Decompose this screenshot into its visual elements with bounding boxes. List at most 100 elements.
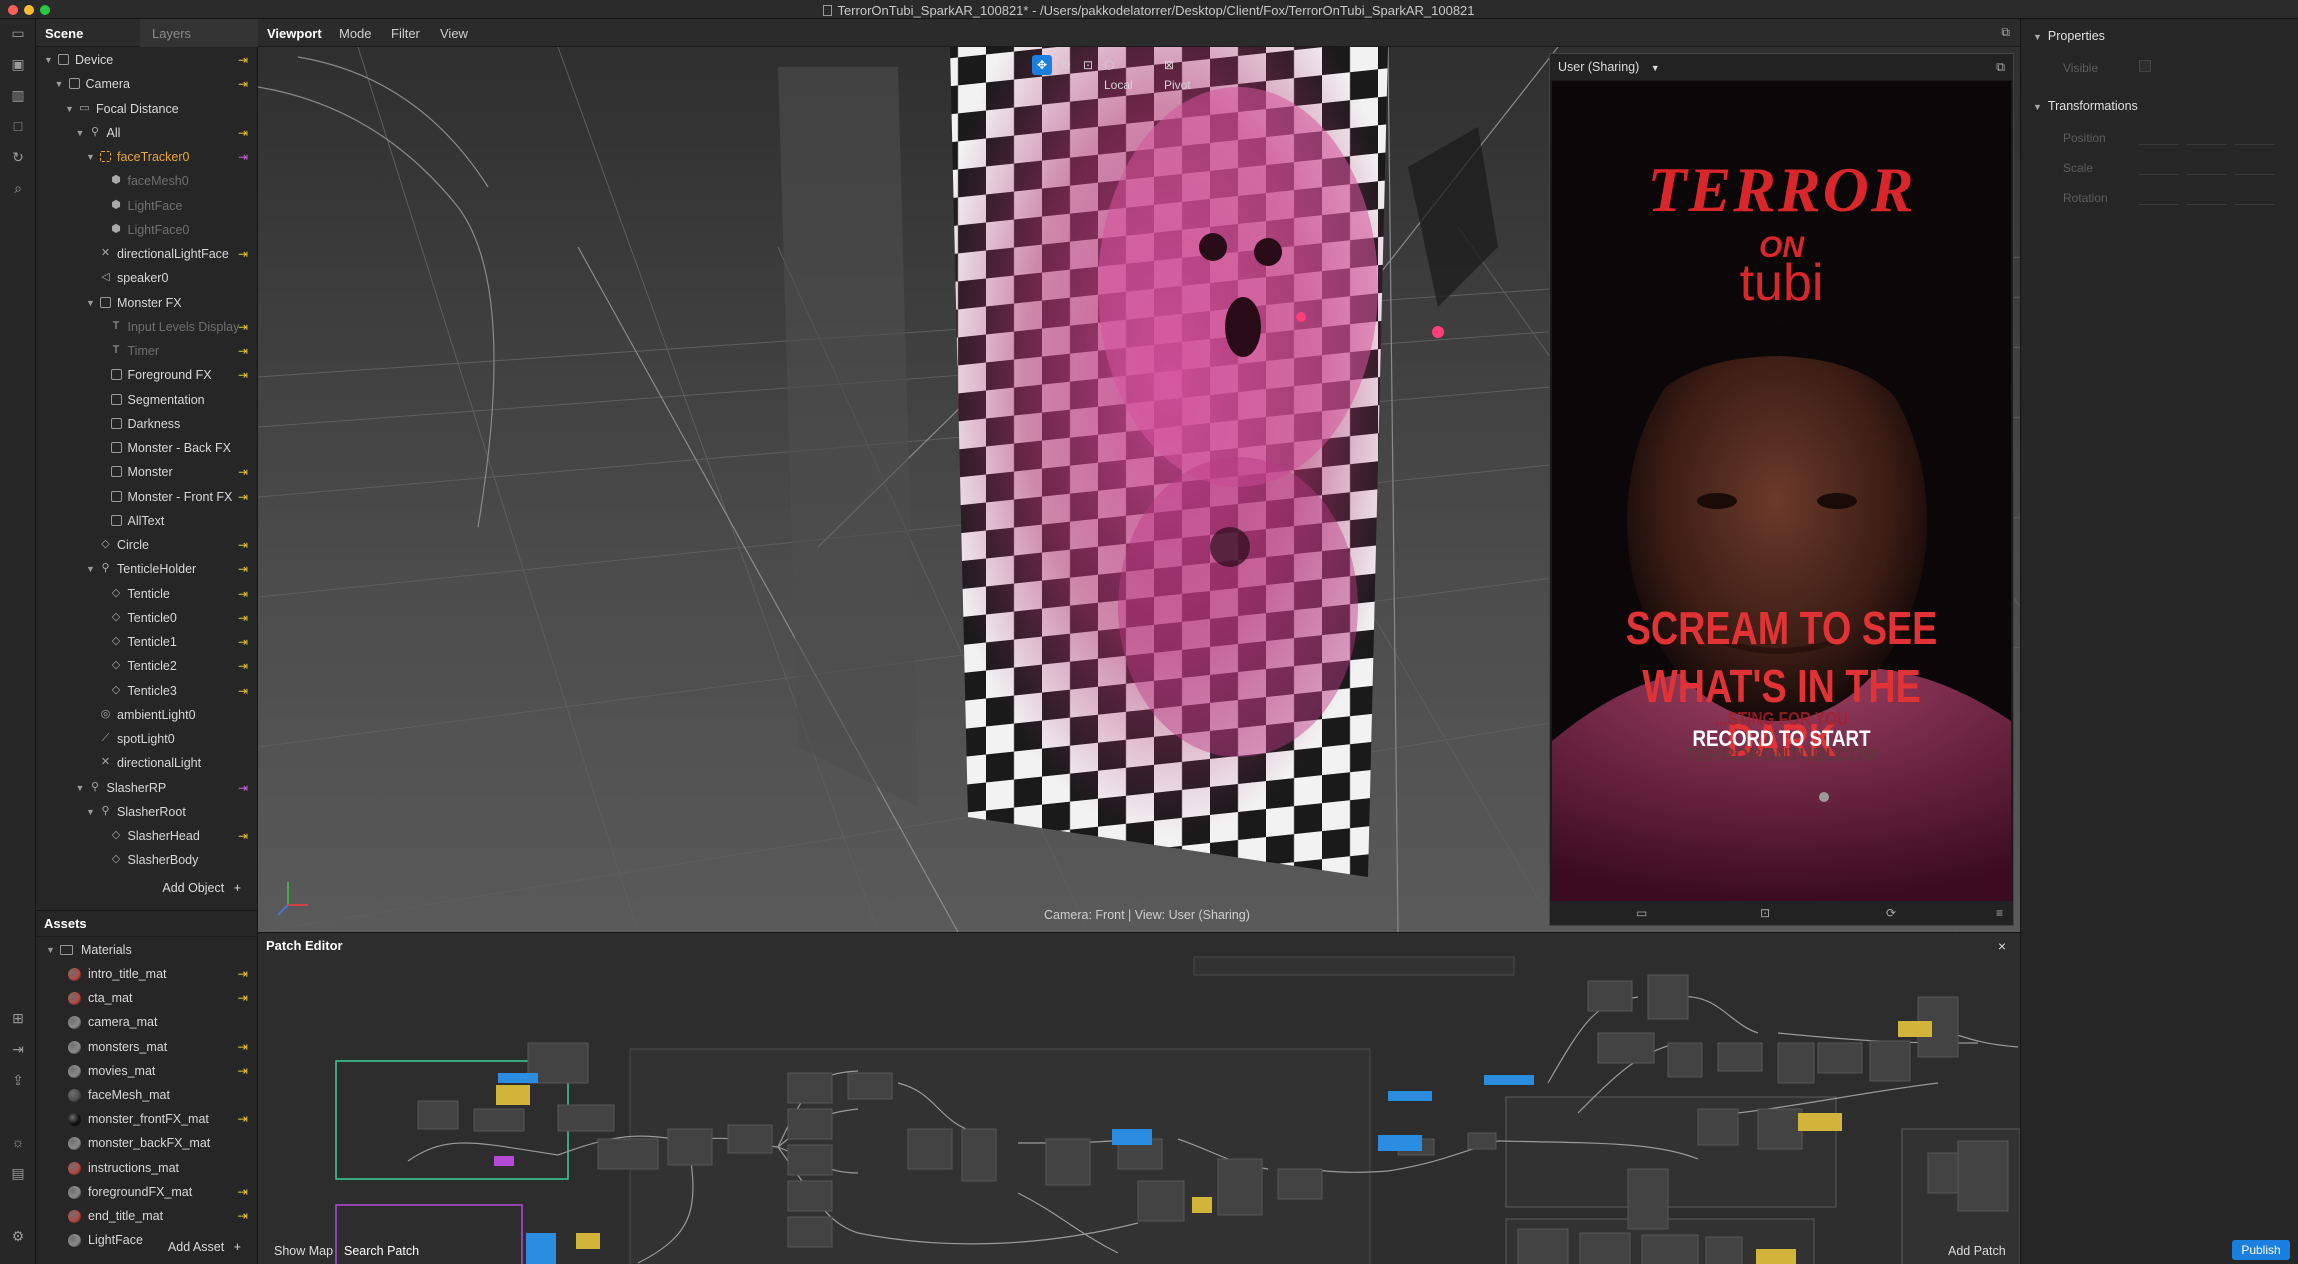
import-icon[interactable]: ⊞: [9, 1009, 27, 1027]
patch-link-icon[interactable]: ⇥: [238, 121, 248, 145]
rotate-tool-icon[interactable]: ↻: [1056, 55, 1076, 75]
asset-item[interactable]: monster_frontFX_mat ⇥: [36, 1107, 258, 1131]
chevron-down-icon[interactable]: ▼: [86, 291, 96, 315]
scene-tree-item[interactable]: ▼ faceTracker0 ⇥: [36, 145, 258, 169]
scene-tree-item[interactable]: ⬢ LightFace: [36, 194, 258, 218]
filter-menu[interactable]: Filter: [391, 26, 420, 41]
scene-tree-item[interactable]: T Input Levels Display ⇥: [36, 315, 258, 339]
patch-link-icon[interactable]: ⇥: [238, 824, 248, 848]
local-toggle[interactable]: ⬡ Local: [1104, 55, 1133, 92]
search-patch-input[interactable]: Search Patch: [344, 1244, 419, 1258]
patch-link-icon[interactable]: ⇥: [238, 460, 248, 484]
patch-link-icon[interactable]: ⇥: [238, 557, 248, 581]
asset-item[interactable]: instructions_mat: [36, 1156, 258, 1180]
scene-tree-item[interactable]: ◇ Tenticle ⇥: [36, 582, 258, 606]
chevron-down-icon[interactable]: ▼: [76, 121, 86, 145]
scene-tree-item[interactable]: ▼ ⚲ TenticleHolder ⇥: [36, 557, 258, 581]
scene-tree-item[interactable]: ◇ SlasherHead ⇥: [36, 824, 258, 848]
chevron-down-icon[interactable]: ▼: [76, 776, 86, 800]
visible-checkbox[interactable]: [2139, 60, 2151, 72]
asset-item[interactable]: end_title_mat ⇥: [36, 1204, 258, 1228]
scene-tree-item[interactable]: ◇ Tenticle1 ⇥: [36, 630, 258, 654]
scene-tree-item[interactable]: ⬢ LightFace0: [36, 218, 258, 242]
frame-icon[interactable]: □: [9, 117, 27, 135]
patch-link-icon[interactable]: ⇥: [238, 1107, 248, 1131]
position-y-field[interactable]: [2187, 131, 2227, 145]
asset-item[interactable]: cta_mat ⇥: [36, 986, 258, 1010]
patch-link-icon[interactable]: ⇥: [238, 1059, 248, 1083]
asset-item[interactable]: faceMesh_mat: [36, 1083, 258, 1107]
add-patch-button[interactable]: Add Patch: [1948, 1244, 2006, 1258]
position-z-field[interactable]: [2235, 131, 2275, 145]
patch-link-icon[interactable]: ⇥: [238, 630, 248, 654]
chevron-down-icon[interactable]: ▼: [86, 145, 96, 169]
rotate-device-icon[interactable]: ⟳: [1886, 906, 1896, 920]
patch-link-icon[interactable]: ⇥: [238, 1180, 248, 1204]
tab-scene[interactable]: Scene: [45, 26, 83, 41]
scale-z-field[interactable]: [2235, 161, 2275, 175]
scene-tree-item[interactable]: ◇ SlasherBody: [36, 848, 258, 872]
transformations-section[interactable]: ▼ Transformations: [2033, 99, 2138, 113]
scene-tree-item[interactable]: ◇ Tenticle3 ⇥: [36, 679, 258, 703]
patch-link-icon[interactable]: ⇥: [238, 1035, 248, 1059]
close-icon[interactable]: ×: [1998, 938, 2006, 954]
scene-tree-item[interactable]: Monster - Front FX ⇥: [36, 485, 258, 509]
patch-link-icon[interactable]: ⇥: [238, 315, 248, 339]
scene-tree-item[interactable]: ◇ Tenticle2 ⇥: [36, 654, 258, 678]
properties-section[interactable]: ▼ Properties: [2033, 29, 2105, 43]
scene-tree-item[interactable]: ▼ Device ⇥: [36, 48, 258, 72]
scale-y-field[interactable]: [2187, 161, 2227, 175]
scene-tree-item[interactable]: ⬢ faceMesh0: [36, 169, 258, 193]
pop-out-icon[interactable]: ⧉: [2001, 25, 2010, 40]
scene-tree-item[interactable]: Monster - Back FX: [36, 436, 258, 460]
position-x-field[interactable]: [2139, 131, 2179, 145]
patch-graph[interactable]: [258, 933, 2020, 1264]
columns-icon[interactable]: ▥: [9, 86, 27, 104]
pivot-toggle[interactable]: ⊠ Pivot: [1164, 55, 1191, 92]
scene-tree-item[interactable]: ▼ Monster FX: [36, 291, 258, 315]
patch-link-icon[interactable]: ⇥: [238, 485, 248, 509]
add-object-button[interactable]: Add Object +: [162, 881, 241, 895]
scene-tree-item[interactable]: Foreground FX ⇥: [36, 363, 258, 387]
scale-tool-icon[interactable]: ⊡: [1078, 55, 1098, 75]
scene-tree-item[interactable]: Segmentation: [36, 388, 258, 412]
scene-tree-item[interactable]: ▼ ⚲ SlasherRoot: [36, 800, 258, 824]
scene-tree-item[interactable]: T Timer ⇥: [36, 339, 258, 363]
tab-layers[interactable]: Layers: [152, 26, 191, 41]
scene-tree-item[interactable]: ◎ ambientLight0: [36, 703, 258, 727]
screenshot-icon[interactable]: ⊡: [1760, 906, 1770, 920]
patch-link-icon[interactable]: ⇥: [238, 242, 248, 266]
patch-link-icon[interactable]: ⇥: [238, 679, 248, 703]
console-icon[interactable]: ▤: [9, 1164, 27, 1182]
show-map-button[interactable]: Show Map: [274, 1244, 333, 1258]
scene-tree-item[interactable]: Monster ⇥: [36, 460, 258, 484]
move-tool-icon[interactable]: ✥: [1032, 55, 1052, 75]
asset-item[interactable]: movies_mat ⇥: [36, 1059, 258, 1083]
asset-item[interactable]: foregroundFX_mat ⇥: [36, 1180, 258, 1204]
patch-link-icon[interactable]: ⇥: [238, 533, 248, 557]
asset-item[interactable]: monster_backFX_mat: [36, 1131, 258, 1155]
scale-x-field[interactable]: [2139, 161, 2179, 175]
patch-link-icon[interactable]: ⇥: [238, 339, 248, 363]
chevron-down-icon[interactable]: ▼: [86, 557, 96, 581]
export-icon[interactable]: ⇪: [9, 1071, 27, 1089]
patch-link-icon[interactable]: ⇥: [238, 1204, 248, 1228]
patch-link-icon[interactable]: ⇥: [238, 145, 248, 169]
scene-tree-item[interactable]: ⟋ spotLight0: [36, 727, 258, 751]
chevron-down-icon[interactable]: ▼: [65, 97, 75, 121]
scene-tree-item[interactable]: ✕ directionalLight: [36, 751, 258, 775]
publish-button[interactable]: Publish: [2232, 1240, 2290, 1260]
materials-folder[interactable]: ▼ Materials: [36, 938, 258, 962]
bug-icon[interactable]: ☼: [9, 1133, 27, 1151]
rotation-y-field[interactable]: [2187, 191, 2227, 205]
scene-tree-item[interactable]: ◁ speaker0: [36, 266, 258, 290]
refresh-icon[interactable]: ↻: [9, 148, 27, 166]
patch-link-icon[interactable]: ⇥: [238, 72, 248, 96]
chevron-down-icon[interactable]: ▼: [86, 800, 96, 824]
scene-tree-item[interactable]: ▼ ▭ Focal Distance: [36, 97, 258, 121]
login-icon[interactable]: ⇥: [9, 1040, 27, 1058]
asset-item[interactable]: camera_mat: [36, 1010, 258, 1034]
pop-out-icon[interactable]: ⧉: [1996, 54, 2005, 80]
rotation-x-field[interactable]: [2139, 191, 2179, 205]
scene-tree-item[interactable]: ✕ directionalLightFace ⇥: [36, 242, 258, 266]
